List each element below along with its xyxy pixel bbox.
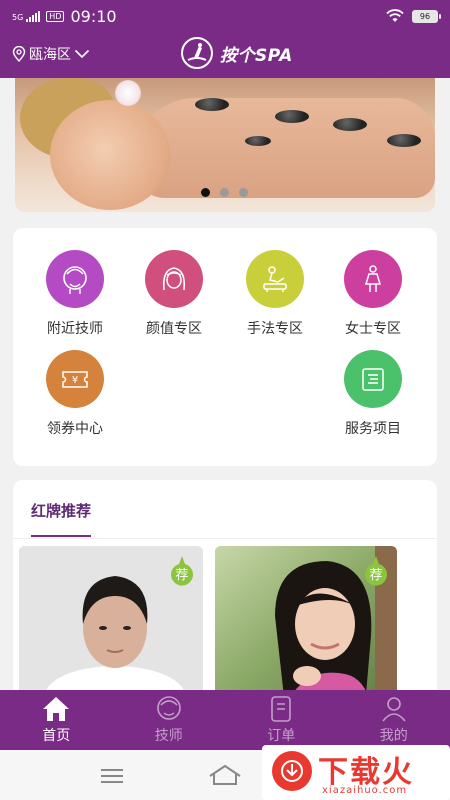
- status-time: 09:10: [70, 6, 117, 26]
- app-header: 瓯海区 按个SPA: [0, 32, 450, 78]
- category-label: 服务项目: [345, 421, 401, 437]
- technician-icon: [156, 696, 181, 720]
- brand: 按个SPA: [180, 36, 293, 70]
- recommend-badge-label: 荐: [175, 568, 189, 583]
- bottom-tab-bar: 首页 技师 订单 我的: [0, 690, 450, 750]
- order-icon: [271, 696, 292, 722]
- category-services[interactable]: 服务项目: [323, 350, 423, 438]
- category-women[interactable]: 女士专区: [323, 250, 423, 338]
- massage-hand-icon: [246, 250, 304, 308]
- tab-orders[interactable]: 订单: [225, 690, 338, 750]
- recommend-badge-label: 荐: [369, 568, 383, 583]
- banner-stone: [333, 118, 367, 131]
- technician-card[interactable]: 荐: [19, 546, 203, 706]
- carousel-dot-active[interactable]: [201, 188, 210, 197]
- watermark-logo: 下载火 xiazaihuo.com: [262, 745, 450, 800]
- category-coupons[interactable]: ¥ 领券中心: [25, 350, 125, 438]
- location-label: 瓯海区: [29, 47, 71, 63]
- banner-stone: [275, 110, 309, 123]
- recommend-title-underline: [31, 535, 91, 537]
- category-beauty[interactable]: 颜值专区: [124, 250, 224, 338]
- location-pin-icon: [12, 46, 26, 62]
- tab-label: 首页: [42, 728, 71, 744]
- promo-banner[interactable]: [15, 78, 435, 212]
- tab-technician[interactable]: 技师: [113, 690, 226, 750]
- service-folder-icon: [344, 350, 402, 408]
- banner-stone: [387, 134, 421, 147]
- category-label: 颜值专区: [146, 321, 202, 337]
- location-selector[interactable]: 瓯海区: [12, 44, 90, 64]
- divider: [13, 538, 437, 539]
- status-bar: 5G HD 09:10 96: [0, 0, 450, 32]
- face-profile-icon: [46, 250, 104, 308]
- battery-icon: 96: [412, 9, 441, 23]
- woman-face-icon: [145, 250, 203, 308]
- category-technique[interactable]: 手法专区: [225, 250, 325, 338]
- home-nav-icon[interactable]: [208, 764, 242, 786]
- watermark-url: xiazaihuo.com: [322, 785, 408, 796]
- brand-logo-icon: [181, 37, 213, 69]
- menu-icon[interactable]: [100, 768, 124, 784]
- download-icon: [272, 751, 312, 791]
- category-label: 女士专区: [345, 321, 401, 337]
- banner-stone: [195, 98, 229, 111]
- brand-name: 按个SPA: [220, 45, 293, 66]
- tab-label: 技师: [154, 728, 183, 744]
- banner-stone: [245, 136, 271, 146]
- profile-icon: [382, 697, 406, 722]
- hd-badge: HD: [46, 10, 65, 22]
- network-type: 5G: [12, 12, 24, 22]
- carousel-dot[interactable]: [220, 188, 229, 197]
- category-label: 领券中心: [47, 421, 103, 437]
- banner-flower: [115, 80, 141, 106]
- category-grid: 附近技师 颜值专区 手法专区 女士专区 ¥ 领券中心 服务项目: [13, 228, 437, 466]
- banner-image-face: [50, 100, 170, 210]
- coupon-icon: ¥: [46, 350, 104, 408]
- battery-level: 96: [419, 11, 431, 21]
- category-nearby-technician[interactable]: 附近技师: [25, 250, 125, 338]
- home-icon: [43, 697, 70, 721]
- tab-label: 我的: [379, 728, 408, 744]
- tab-profile[interactable]: 我的: [338, 690, 450, 750]
- category-label: 手法专区: [247, 321, 303, 337]
- svg-text:¥: ¥: [72, 375, 78, 386]
- carousel-dot[interactable]: [239, 188, 248, 197]
- signal-indicator: 5G: [12, 10, 41, 22]
- carousel-indicator: [201, 188, 248, 197]
- signal-bars-icon: [26, 10, 41, 22]
- tab-home[interactable]: 首页: [0, 690, 113, 750]
- tab-label: 订单: [267, 728, 296, 744]
- technician-card[interactable]: 荐: [215, 546, 397, 706]
- recommend-title: 红牌推荐: [31, 502, 92, 520]
- category-label: 附近技师: [47, 321, 103, 337]
- wifi-icon: [386, 9, 404, 22]
- recommend-section: 红牌推荐 荐 荐: [13, 480, 437, 720]
- woman-figure-icon: [344, 250, 402, 308]
- chevron-down-icon: [74, 49, 90, 59]
